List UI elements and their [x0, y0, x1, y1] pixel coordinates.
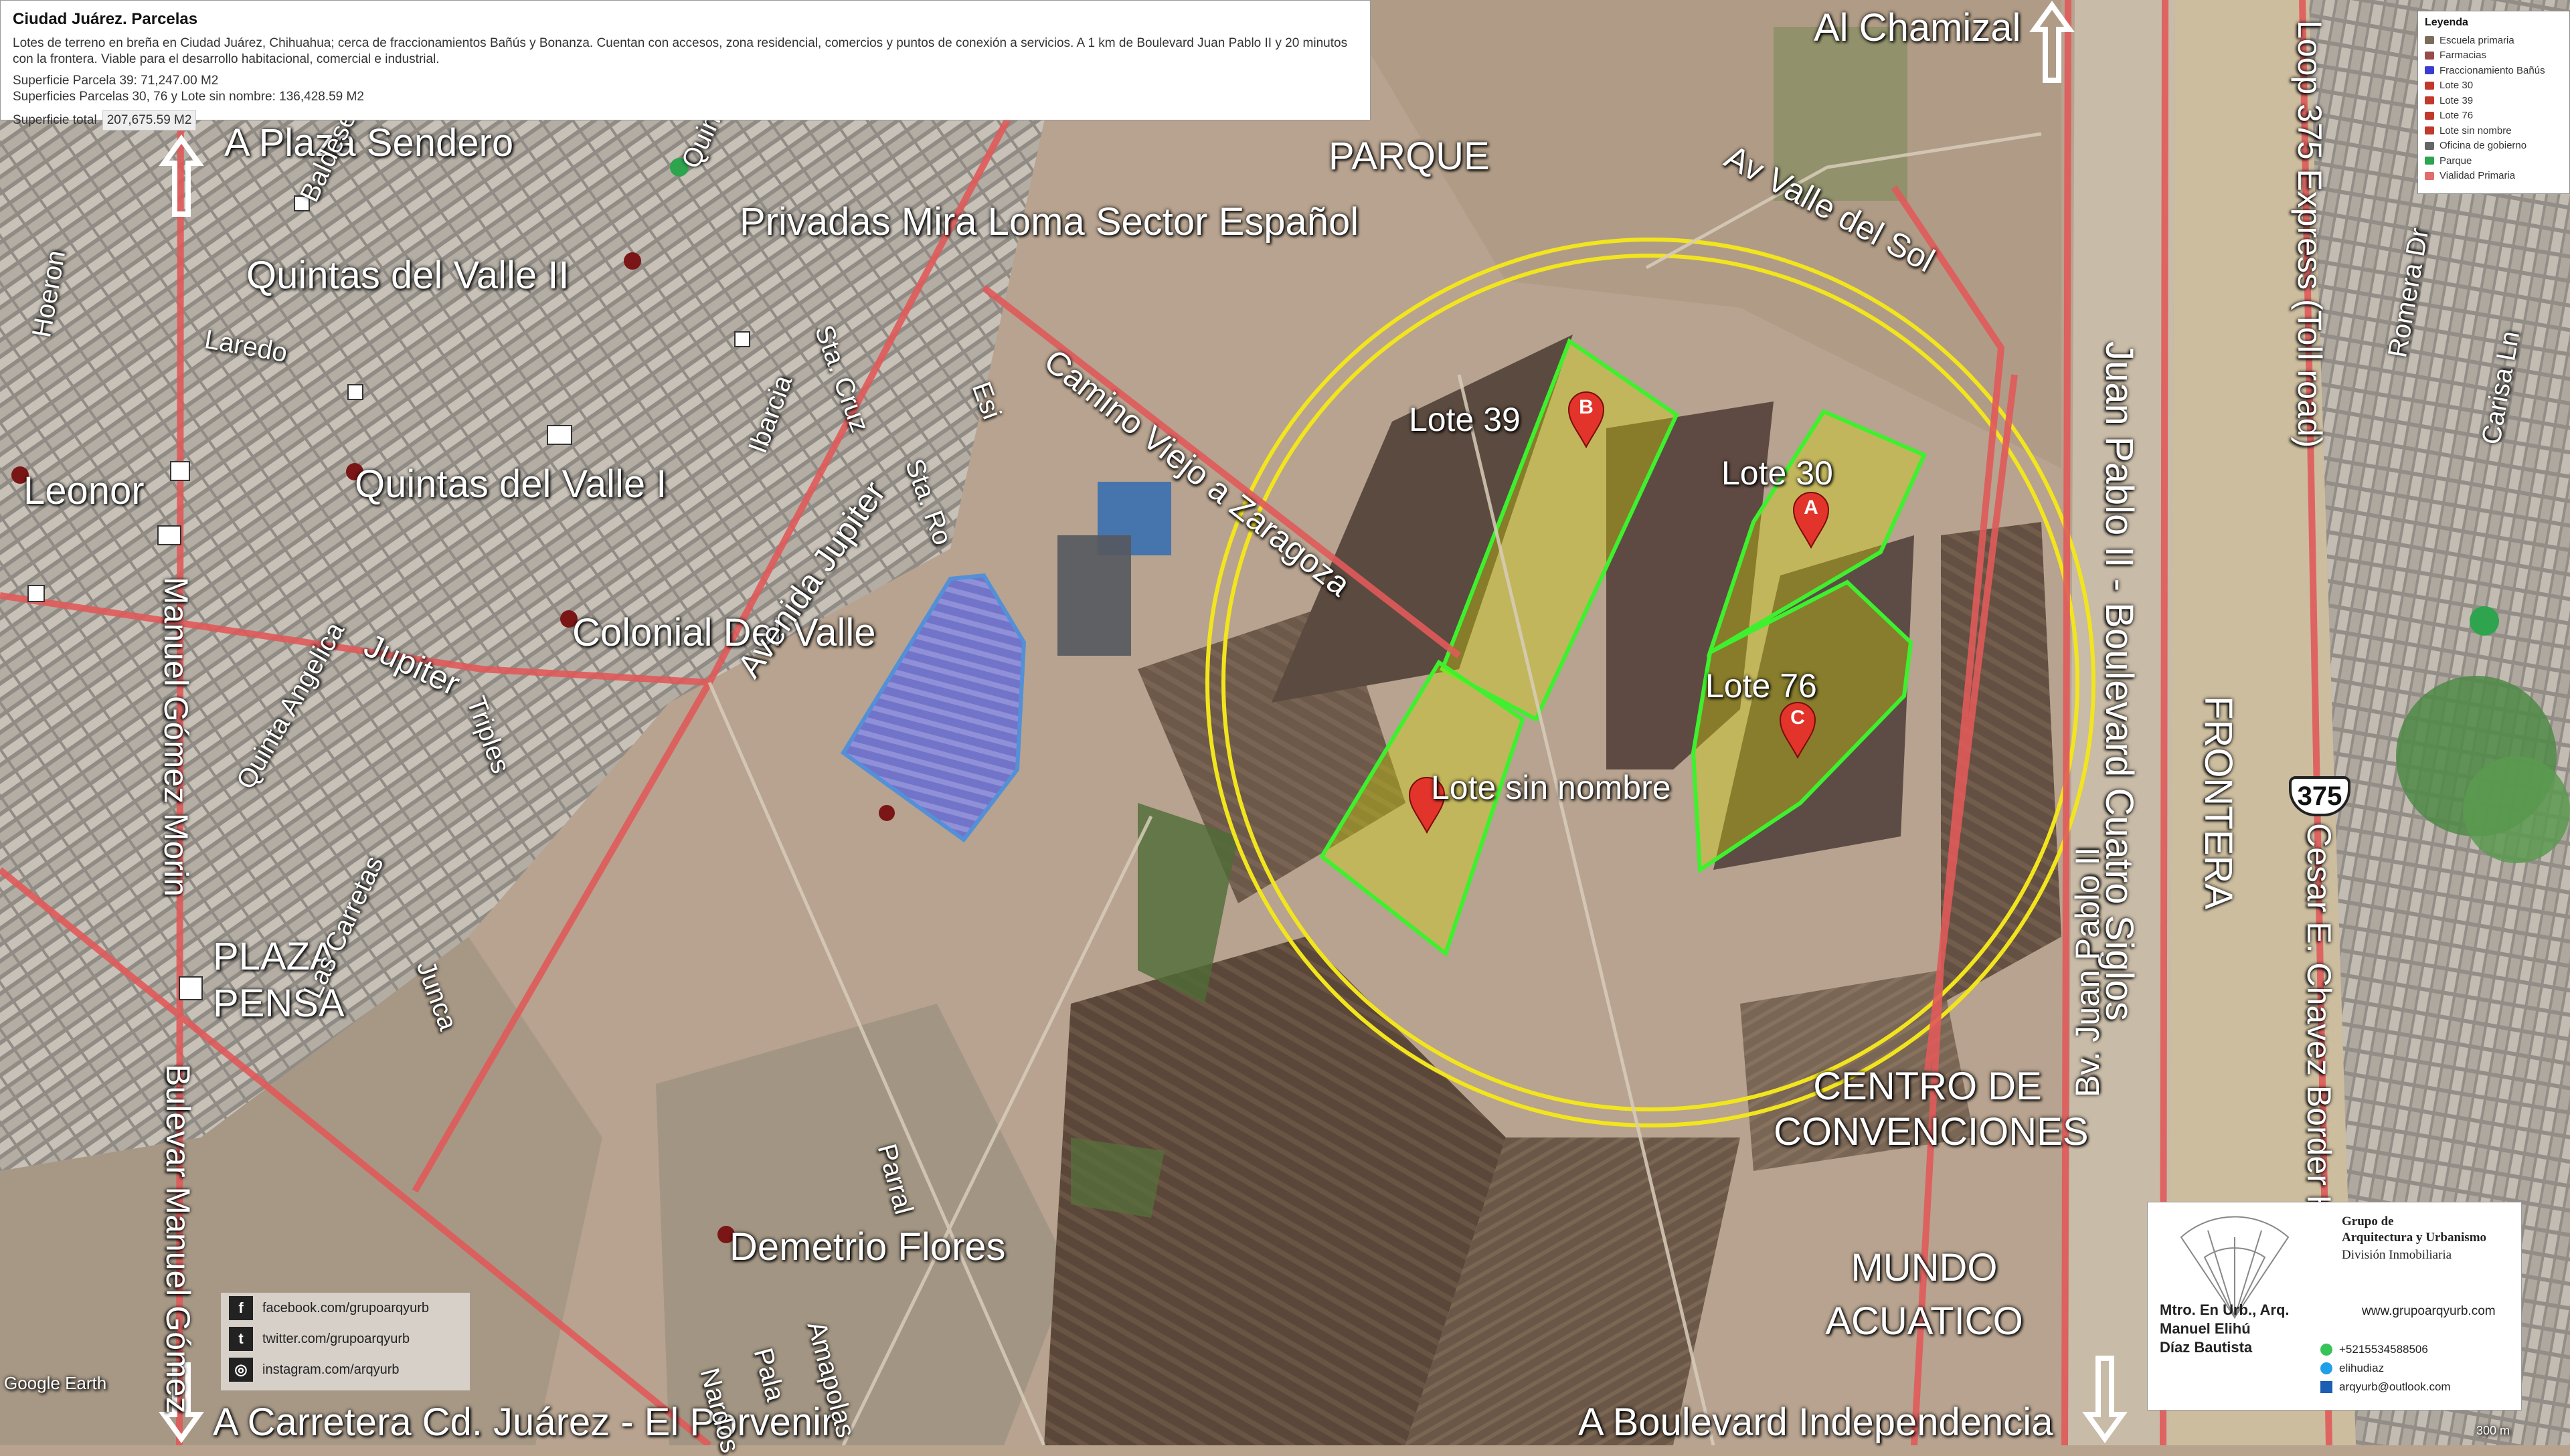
label-mundo-acuatico: MUNDO ACUATICO — [1825, 1246, 2023, 1343]
instagram-link[interactable]: instagram.com/arqyurb — [262, 1362, 400, 1378]
card-phone: +5215534588506 — [2339, 1343, 2428, 1356]
card-email-row: arqyurb@outlook.com — [2320, 1380, 2451, 1394]
route-375-shield: 375 — [2289, 776, 2350, 816]
legend-item[interactable]: Oficina de gobierno — [2425, 139, 2563, 154]
label-quintas-valle-i: Quintas del Valle I — [355, 462, 667, 506]
legend-swatch-icon — [2425, 157, 2434, 165]
info-description: Lotes de terreno en breña en Ciudad Juár… — [13, 36, 1348, 66]
label-lote-39: Lote 39 — [1409, 401, 1521, 438]
legend-swatch-icon — [2425, 171, 2434, 180]
legend-item-label: Escuela primaria — [2439, 34, 2514, 46]
legend-item[interactable]: Escuela primaria — [2425, 33, 2563, 48]
street-manuel-gomez-morin: Manuel Gómez Morin — [157, 577, 195, 897]
social-panel: f facebook.com/grupoarqyurb t twitter.com/… — [221, 1293, 470, 1390]
company-website[interactable]: www.grupoarqyurb.com — [2362, 1304, 2496, 1319]
label-lote-30: Lote 30 — [1721, 454, 1833, 492]
card-title-3: Díaz Bautista — [2160, 1339, 2253, 1356]
legend-item-label: Vialidad Primaria — [2439, 170, 2516, 182]
marker-b[interactable]: B — [1567, 391, 1605, 449]
legend-item[interactable]: Lote 76 — [2425, 108, 2563, 124]
company-line-2: Arquitectura y Urbanismo — [2342, 1231, 2487, 1245]
label-centro-convenciones: CENTRO DE CONVENCIONES — [1774, 1065, 2089, 1154]
marker-c-label: C — [1790, 707, 1805, 729]
legend-title: Leyenda — [2425, 17, 2468, 28]
legend-item[interactable]: Lote 30 — [2425, 78, 2563, 94]
legend-swatch-icon — [2425, 111, 2434, 120]
twitter-icon: t — [229, 1327, 253, 1351]
instagram-row[interactable]: ◎ instagram.com/arqyurb — [221, 1354, 470, 1385]
legend-swatch-icon — [2425, 96, 2434, 105]
legend-item[interactable]: Vialidad Primaria — [2425, 169, 2563, 184]
card-skype: elihudiaz — [2339, 1362, 2385, 1374]
business-card: Grupo de Arquitectura y Urbanismo Divisi… — [2147, 1202, 2522, 1410]
legend-item-label: Fraccionamiento Bañús — [2439, 64, 2545, 76]
legend-swatch-icon — [2425, 66, 2434, 75]
info-total-label: Superficie total — [13, 113, 97, 127]
outlook-icon — [2320, 1381, 2332, 1393]
company-division: División Inmobiliaria — [2342, 1248, 2452, 1262]
legend-swatch-icon — [2425, 81, 2434, 90]
marker-a-label: A — [1804, 496, 1818, 519]
card-title-1: Mtro. En Urb., Arq. — [2160, 1301, 2290, 1318]
twitter-row[interactable]: t twitter.com/grupoarqyurb — [221, 1324, 470, 1354]
facebook-icon: f — [229, 1296, 253, 1320]
label-frontera: FRONTERA — [2197, 696, 2240, 909]
info-total-value: 207,675.59 M2 — [102, 110, 197, 130]
label-a-boulevard-independencia: A Boulevard Independencia — [1578, 1400, 2053, 1444]
legend-panel: Leyenda Escuela primaria Farmacias Fraccio… — [2417, 11, 2570, 194]
marker-b-label: B — [1579, 396, 1594, 418]
marker-a[interactable]: A — [1792, 491, 1830, 549]
legend-item-label: Lote sin nombre — [2439, 124, 2512, 136]
label-quintas-valle-ii: Quintas del Valle II — [246, 254, 570, 297]
legend-swatch-icon — [2425, 51, 2434, 60]
legend-item-label: Lote 30 — [2439, 80, 2474, 92]
legend-swatch-icon — [2425, 141, 2434, 150]
label-al-chamizal: Al Chamizal — [1814, 6, 2021, 50]
facebook-link[interactable]: facebook.com/grupoarqyurb — [262, 1301, 429, 1316]
label-privadas-mira-loma: Privadas Mira Loma Sector Español — [740, 200, 1359, 244]
legend-item-label: Lote 39 — [2439, 94, 2474, 106]
legend-swatch-icon — [2425, 36, 2434, 45]
twitter-link[interactable]: twitter.com/grupoarqyurb — [262, 1332, 410, 1347]
company-line-1: Grupo de — [2342, 1214, 2394, 1228]
instagram-icon: ◎ — [229, 1358, 253, 1382]
street-bv-juan-pablo-ii: Bv. Juan Pablo II — [2069, 846, 2106, 1097]
whatsapp-icon — [2320, 1344, 2332, 1356]
google-earth-watermark: Google Earth — [4, 1373, 107, 1393]
legend-item[interactable]: Farmacias — [2425, 48, 2563, 64]
legend-item-label: Parque — [2439, 155, 2472, 167]
legend-swatch-icon — [2425, 126, 2434, 135]
label-leonor: Leonor — [23, 469, 145, 513]
info-line-1: Superficie Parcela 39: 71,247.00 M2 — [13, 74, 219, 88]
street-cesar-chavez: Cesar E. Chavez Border Hwy — [2300, 823, 2338, 1261]
info-panel: Ciudad Juárez. Parcelas Lotes de terreno… — [0, 0, 1371, 130]
facebook-row[interactable]: f facebook.com/grupoarqyurb — [221, 1293, 470, 1324]
legend-item-label: Oficina de gobierno — [2439, 140, 2527, 152]
marker-c[interactable]: C — [1779, 701, 1816, 759]
label-demetrio-flores: Demetrio Flores — [730, 1225, 1006, 1269]
card-email[interactable]: arqyurb@outlook.com — [2339, 1380, 2451, 1394]
legend-item[interactable]: Fraccionamiento Bañús — [2425, 63, 2563, 78]
card-skype-row: elihudiaz — [2320, 1362, 2384, 1375]
street-loop-375: Loop 375 Express (Toll road) — [2291, 20, 2328, 448]
info-line-2: Superficies Parcelas 30, 76 y Lote sin n… — [13, 90, 364, 104]
legend-item[interactable]: Lote sin nombre — [2425, 123, 2563, 139]
street-bulevar-manuel-gomez: Bulevar Manuel Gómez — [159, 1064, 197, 1414]
legend-item[interactable]: Lote 39 — [2425, 93, 2563, 108]
card-title-2: Manuel Elihú — [2160, 1320, 2251, 1337]
legend-item-label: Lote 76 — [2439, 110, 2474, 122]
label-parque: PARQUE — [1329, 134, 1490, 178]
legend-item-label: Farmacias — [2439, 50, 2487, 62]
card-phone-row: +5215534588506 — [2320, 1343, 2428, 1356]
label-colonial-del-valle: Colonial Del Valle — [572, 611, 876, 654]
info-title: Ciudad Juárez. Parcelas — [13, 10, 198, 28]
label-lote-76: Lote 76 — [1705, 667, 1817, 705]
skype-icon — [2320, 1362, 2332, 1374]
scale-label: 300 m — [2476, 1424, 2510, 1437]
legend-item[interactable]: Parque — [2425, 153, 2563, 169]
label-lote-sin-nombre: Lote sin nombre — [1431, 769, 1671, 806]
